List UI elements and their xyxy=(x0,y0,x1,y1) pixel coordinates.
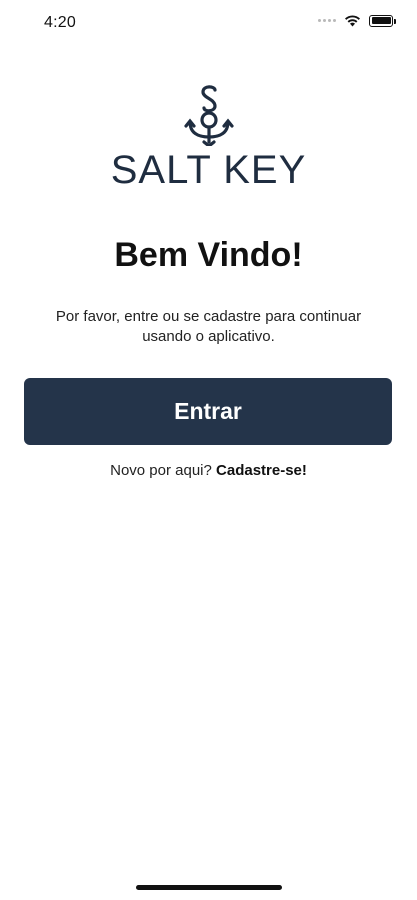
welcome-subtitle: Por favor, entre ou se cadastre para con… xyxy=(55,308,362,345)
signup-prompt-text: Novo por aqui? xyxy=(110,462,212,479)
status-icons xyxy=(318,14,396,27)
login-button[interactable]: Entrar xyxy=(24,378,392,445)
cellular-signal-icon xyxy=(318,19,336,22)
status-time: 4:20 xyxy=(44,14,76,31)
home-indicator[interactable] xyxy=(136,885,282,890)
welcome-title: Bem Vindo! xyxy=(114,236,303,274)
app-logo-text: SALT KEY xyxy=(110,148,307,192)
app-logo: SALT KEY xyxy=(0,84,417,190)
anchor-s-logo-icon xyxy=(183,85,234,146)
signup-prompt-line: Novo por aqui? Cadastre-se! xyxy=(0,462,417,479)
welcome-screen: 4:20 SALT KEY Bem Vindo! Por favor, entr… xyxy=(0,0,417,900)
status-bar: 4:20 xyxy=(0,0,417,44)
signup-link[interactable]: Cadastre-se! xyxy=(216,462,307,479)
wifi-icon xyxy=(345,15,360,27)
battery-icon xyxy=(369,14,396,27)
